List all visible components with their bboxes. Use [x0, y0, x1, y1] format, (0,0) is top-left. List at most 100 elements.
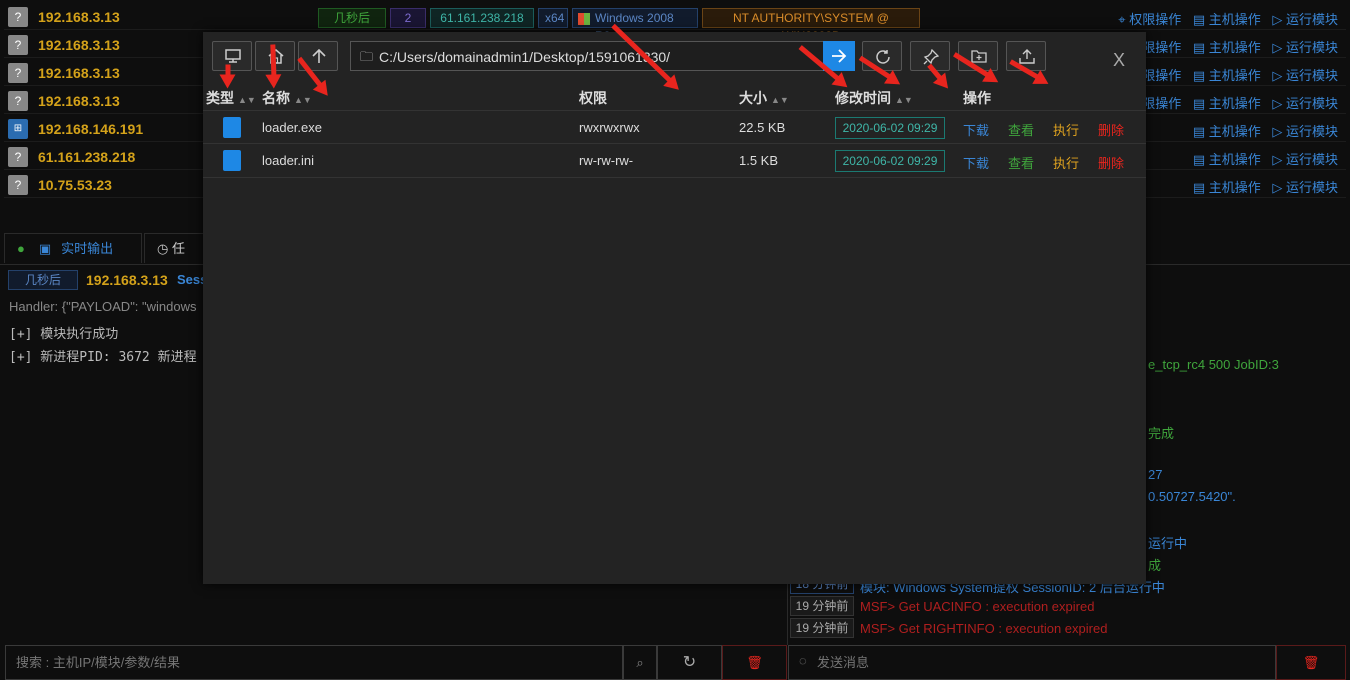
- arrow-right-icon: [832, 49, 847, 63]
- sort-icon: ▲▼: [238, 95, 256, 105]
- run-module-link[interactable]: ▷ 运行模块: [1272, 152, 1338, 167]
- view-link[interactable]: 查看: [1008, 153, 1034, 172]
- file-name: loader.exe: [262, 120, 322, 135]
- clock-icon: ◷: [157, 241, 169, 256]
- desktop-button[interactable]: [212, 41, 252, 71]
- run-module-link[interactable]: ▷ 运行模块: [1272, 68, 1338, 83]
- refresh-icon: [876, 50, 890, 64]
- message-input[interactable]: [788, 645, 1276, 680]
- trash-icon: 🗑: [746, 655, 763, 670]
- run-module-link[interactable]: ▷ 运行模块: [1272, 180, 1338, 195]
- user-tag: NT AUTHORITY\SYSTEM @ WIN2008B: [702, 8, 920, 43]
- run-module-link[interactable]: ▷ 运行模块: [1272, 12, 1338, 27]
- question-icon: ?: [8, 91, 28, 111]
- priv-ops-link[interactable]: ⌖ 权限操作: [1118, 12, 1181, 27]
- host-ip: 10.75.53.23: [38, 177, 112, 193]
- sort-icon: ▲▼: [294, 95, 312, 105]
- host-actions: ▤ 主机操作 ▷ 运行模块: [1185, 149, 1338, 168]
- host-ip: 61.161.238.218: [38, 149, 136, 165]
- question-icon: ?: [8, 63, 28, 83]
- question-icon: ?: [8, 175, 28, 195]
- download-link[interactable]: 下载: [963, 153, 989, 172]
- column-header-name[interactable]: 名称 ▲▼: [262, 88, 312, 108]
- sessions-tag: 2: [390, 8, 426, 28]
- host-ip: 192.168.3.13: [38, 9, 120, 25]
- file-mtime: 2020-06-02 09:29: [835, 150, 945, 172]
- clear-button[interactable]: 🗑: [722, 645, 787, 680]
- log-fragment: 27: [1148, 467, 1163, 482]
- path-input[interactable]: 🗀 C:/Users/domainadmin1/Desktop/15910613…: [350, 41, 824, 71]
- search-input[interactable]: [5, 645, 623, 680]
- upload-button[interactable]: [1006, 41, 1046, 71]
- search-button[interactable]: ⌕: [623, 645, 657, 680]
- host-ops-link[interactable]: ▤ 主机操作: [1193, 12, 1261, 27]
- new-folder-icon: [971, 50, 987, 63]
- log-fragment: 成: [1148, 558, 1162, 573]
- run-module-link[interactable]: ▷ 运行模块: [1272, 96, 1338, 111]
- public-ip-tag: 61.161.238.218: [430, 8, 534, 28]
- column-header-type[interactable]: 类型 ▲▼: [206, 88, 256, 108]
- log-fragment: 0.50727.5420".: [1148, 489, 1236, 504]
- file-icon: [223, 117, 241, 138]
- host-ops-link[interactable]: ▤ 主机操作: [1193, 68, 1261, 83]
- arrow-up-icon: [312, 49, 326, 63]
- download-link[interactable]: 下载: [963, 120, 989, 139]
- host-ip: 192.168.3.13: [38, 93, 120, 109]
- annotation-arrow: [225, 64, 231, 79]
- clear-chat-button[interactable]: 🗑: [1276, 645, 1346, 680]
- log-line: [+] 新进程PID: 3672 新进程: [9, 350, 197, 365]
- upload-icon: [1019, 49, 1035, 64]
- file-manager-dialog: 🗀 C:/Users/domainadmin1/Desktop/15910613…: [203, 32, 1146, 584]
- file-name: loader.ini: [262, 153, 315, 168]
- file-size: 1.5 KB: [739, 153, 779, 168]
- host-ip: 192.168.146.191: [38, 121, 144, 137]
- os-tag: Windows 2008 R2: [572, 8, 698, 43]
- column-header-size[interactable]: 大小 ▲▼: [739, 88, 789, 108]
- delete-link[interactable]: 删除: [1098, 153, 1124, 172]
- host-ops-link[interactable]: ▤ 主机操作: [1193, 180, 1261, 195]
- file-mtime: 2020-06-02 09:29: [835, 117, 945, 139]
- question-icon: ?: [8, 7, 28, 27]
- log-fragment: e_tcp_rc4 500 JobID:3: [1148, 357, 1279, 372]
- column-header-mtime[interactable]: 修改时间 ▲▼: [835, 88, 913, 108]
- close-button[interactable]: X: [1113, 50, 1125, 71]
- time-tag: 几秒后: [8, 270, 78, 290]
- run-module-link[interactable]: ▷ 运行模块: [1272, 40, 1338, 55]
- search-icon: ⌕: [636, 655, 644, 670]
- tab-tasks[interactable]: ◷ 任: [144, 233, 204, 263]
- log-time-tag: 19 分钟前: [790, 596, 854, 616]
- question-icon: ?: [8, 147, 28, 167]
- view-link[interactable]: 查看: [1008, 120, 1034, 139]
- host-ops-link[interactable]: ▤ 主机操作: [1193, 152, 1261, 167]
- file-permission: rw-rw-rw-: [579, 153, 634, 168]
- file-size: 22.5 KB: [739, 120, 786, 135]
- delete-link[interactable]: 删除: [1098, 120, 1124, 139]
- host-actions: ⌖ 权限操作 ▤ 主机操作 ▷ 运行模块: [1110, 9, 1338, 28]
- execute-link[interactable]: 执行: [1053, 153, 1079, 172]
- run-module-link[interactable]: ▷ 运行模块: [1272, 124, 1338, 139]
- log-message: MSF> Get RIGHTINFO : execution expired: [860, 621, 1108, 636]
- log-line: [+] 模块执行成功: [9, 327, 119, 342]
- host-ops-link[interactable]: ▤ 主机操作: [1193, 124, 1261, 139]
- refresh-button[interactable]: ↻: [657, 645, 722, 680]
- column-header-ops: 操作: [963, 90, 991, 106]
- column-header-permission: 权限: [579, 90, 607, 106]
- windows-icon: ⊞: [8, 119, 28, 139]
- log-message: MSF> Get UACINFO : execution expired: [860, 599, 1095, 614]
- file-row[interactable]: loader.ini rw-rw-rw- 1.5 KB 2020-06-02 0…: [203, 144, 1146, 178]
- monitor-icon: [225, 49, 241, 63]
- arch-tag: x64: [538, 8, 568, 28]
- host-ops-link[interactable]: ▤ 主机操作: [1193, 96, 1261, 111]
- status-dot-icon: ●: [17, 241, 25, 256]
- log-fragment: 完成: [1148, 426, 1175, 441]
- host-ip: 192.168.3.13: [38, 37, 120, 53]
- log-fragment: 运行中: [1148, 536, 1188, 551]
- execute-link[interactable]: 执行: [1053, 120, 1079, 139]
- host-ops-link[interactable]: ▤ 主机操作: [1193, 40, 1261, 55]
- file-row[interactable]: loader.exe rwxrwxrwx 22.5 KB 2020-06-02 …: [203, 110, 1146, 144]
- host-actions: ▤ 主机操作 ▷ 运行模块: [1185, 121, 1338, 140]
- host-row[interactable]: ? 192.168.3.13 几秒后 2 61.161.238.218 x64 …: [4, 4, 1346, 43]
- time-tag: 几秒后: [318, 8, 386, 28]
- host-ip: 192.168.3.13: [38, 65, 120, 81]
- tab-realtime-output[interactable]: ● ▣ 实时输出: [4, 233, 142, 263]
